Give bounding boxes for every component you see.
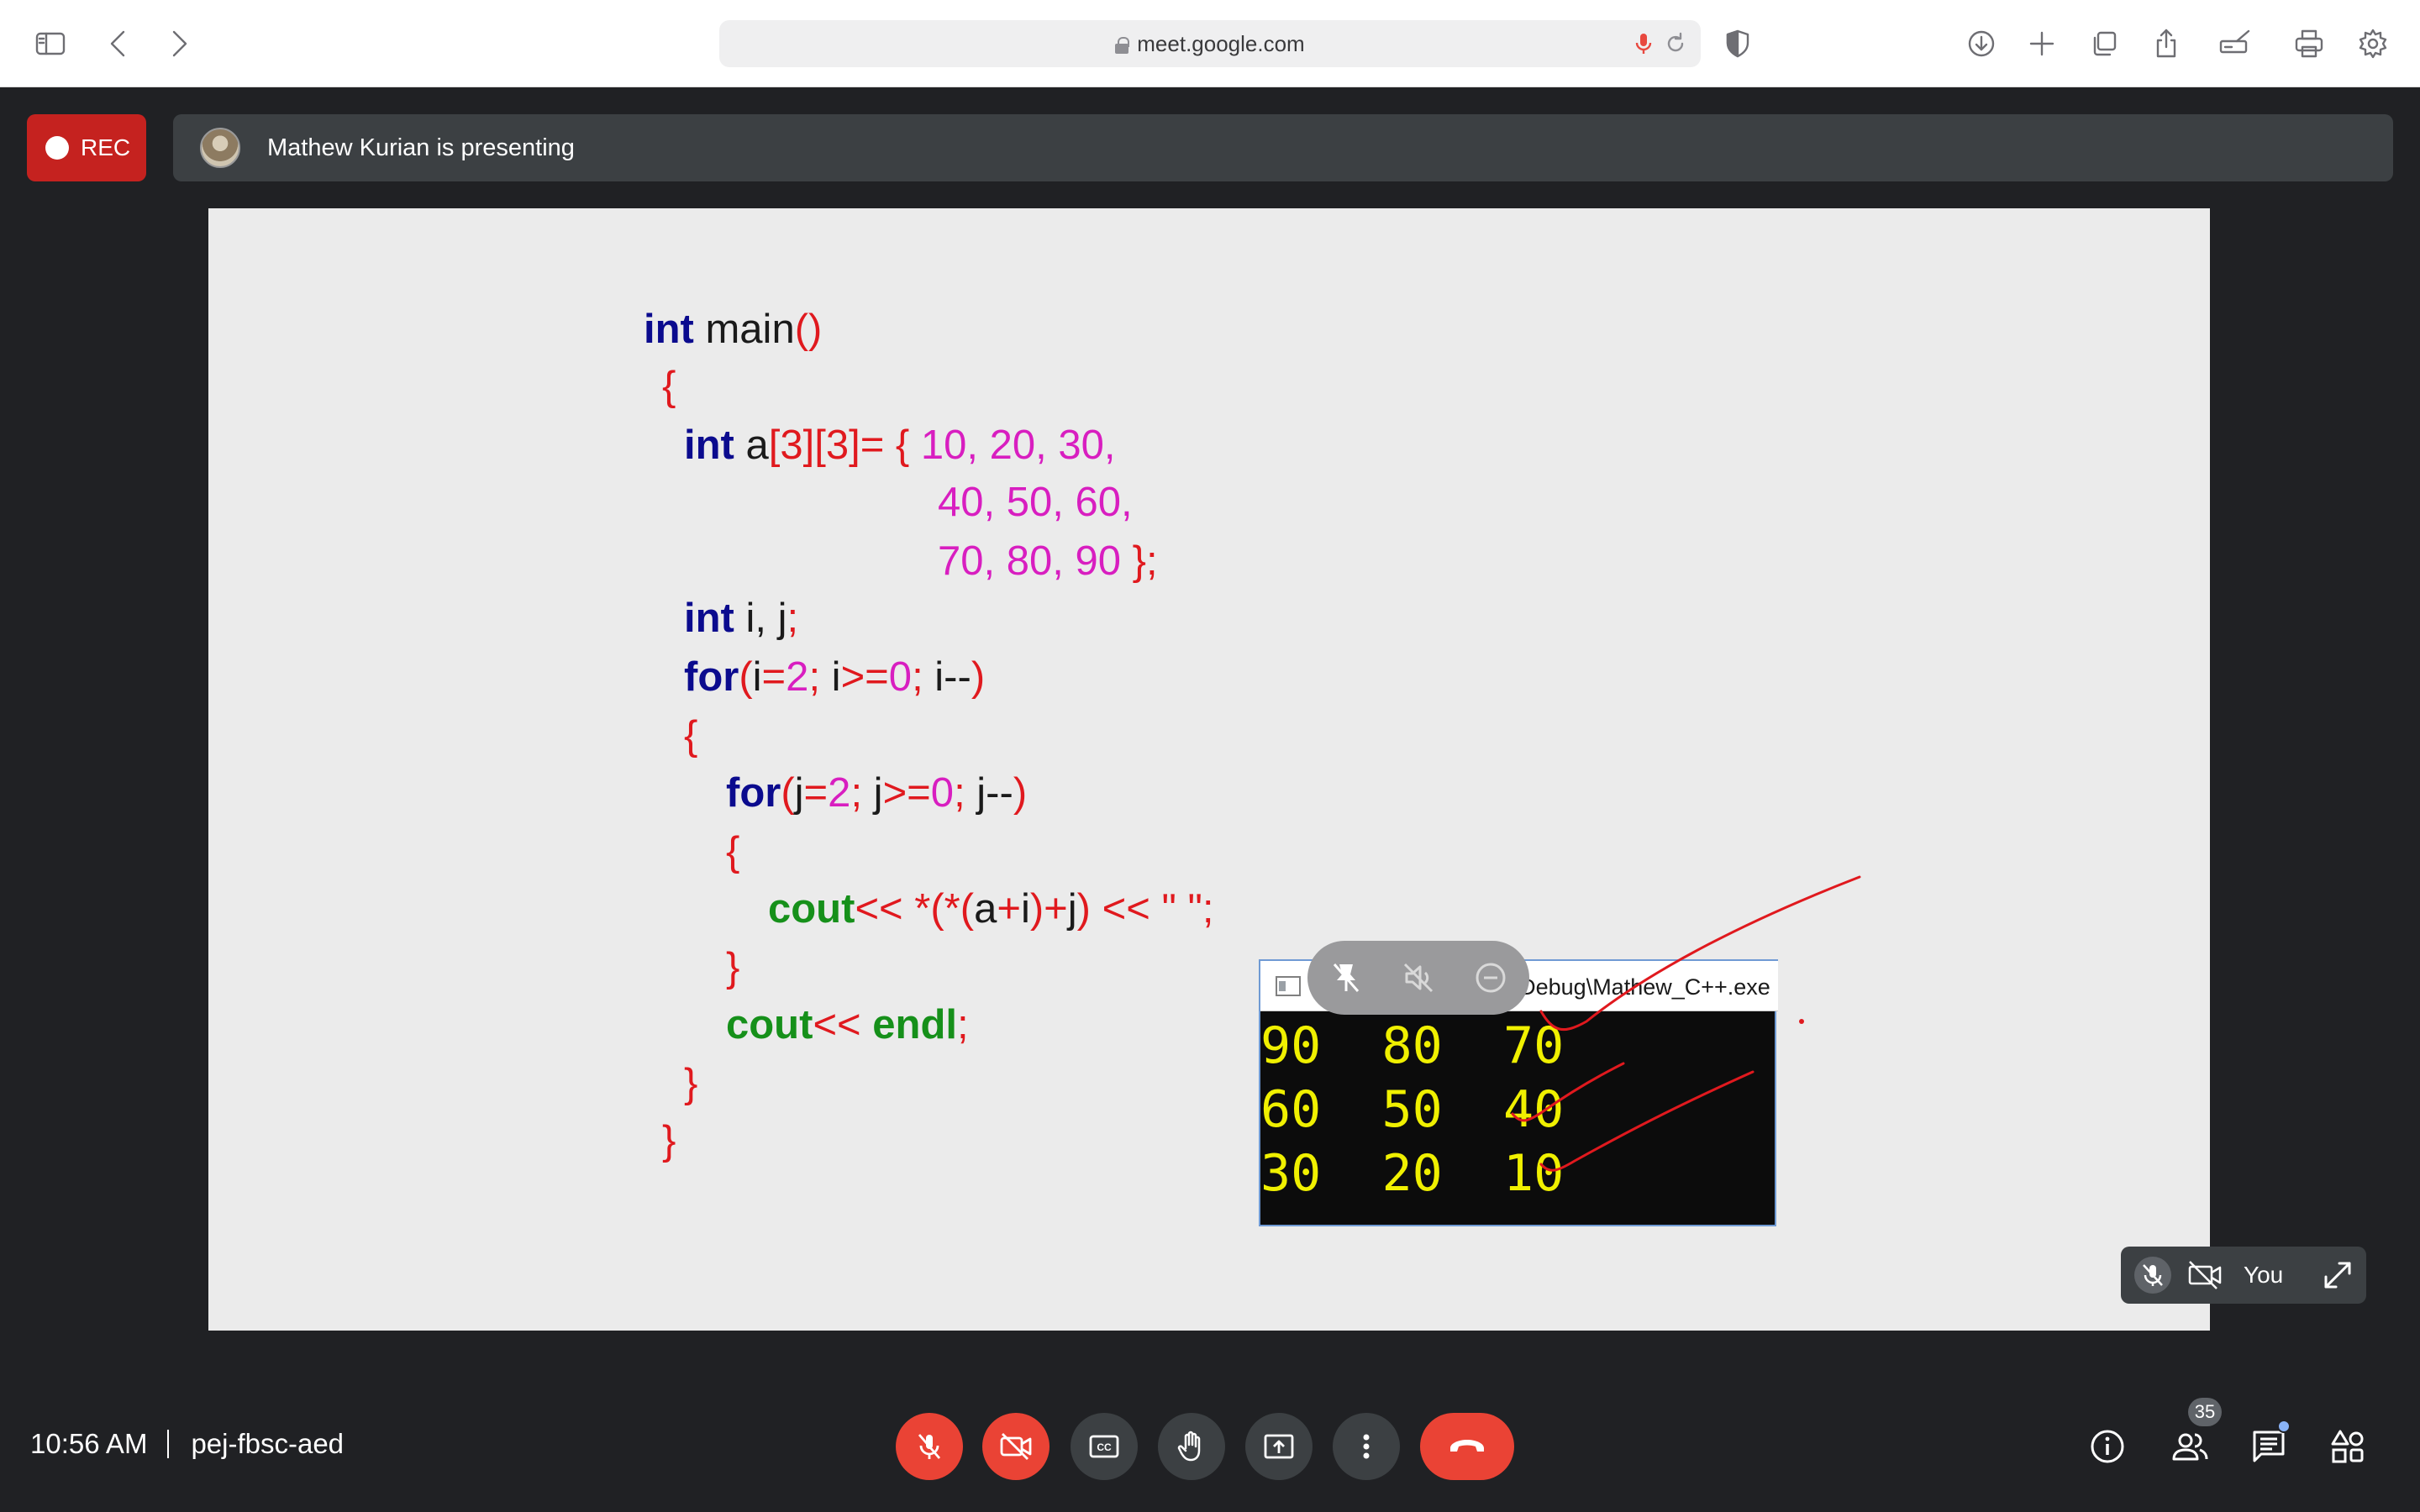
captions-button[interactable]: CC bbox=[1071, 1413, 1138, 1480]
captions-icon: CC bbox=[1089, 1435, 1119, 1458]
present-now-button[interactable] bbox=[1245, 1413, 1313, 1480]
self-view-tile[interactable]: You bbox=[2121, 1247, 2366, 1304]
url-display: meet.google.com bbox=[719, 20, 1701, 67]
back-icon[interactable] bbox=[94, 18, 145, 69]
presenter-banner: Mathew Kurian is presenting bbox=[173, 114, 2393, 181]
meeting-info-button[interactable] bbox=[2084, 1423, 2131, 1470]
print-icon[interactable] bbox=[2284, 18, 2334, 69]
browser-toolbar: meet.google.com bbox=[0, 0, 2420, 87]
divider bbox=[167, 1430, 170, 1458]
people-button[interactable] bbox=[2166, 1423, 2213, 1470]
more-options-button[interactable] bbox=[1333, 1413, 1400, 1480]
meeting-code: pej-fbsc-aed bbox=[191, 1428, 345, 1459]
info-icon bbox=[2091, 1430, 2124, 1463]
unread-chat-dot bbox=[2277, 1420, 2291, 1433]
mic-off-icon bbox=[918, 1434, 941, 1459]
participant-count-badge: 35 bbox=[2188, 1398, 2222, 1426]
activities-icon bbox=[2331, 1430, 2364, 1463]
url-text: meet.google.com bbox=[1137, 31, 1305, 56]
address-bar[interactable]: meet.google.com bbox=[719, 20, 1701, 67]
checkmark-annotation bbox=[1511, 1062, 1625, 1122]
clock-time: 10:56 AM bbox=[30, 1428, 148, 1459]
activities-button[interactable] bbox=[2324, 1423, 2371, 1470]
reload-icon[interactable] bbox=[1662, 30, 1689, 57]
presenter-text: Mathew Kurian is presenting bbox=[267, 134, 575, 161]
end-call-icon bbox=[1450, 1440, 1484, 1452]
raise-hand-button[interactable] bbox=[1158, 1413, 1225, 1480]
new-tab-icon[interactable] bbox=[2017, 18, 2067, 69]
present-icon bbox=[1264, 1434, 1294, 1459]
svg-text:CC: CC bbox=[1097, 1441, 1112, 1453]
unpin-icon[interactable] bbox=[1328, 959, 1365, 996]
microphone-toggle-button[interactable] bbox=[896, 1413, 963, 1480]
settings-icon[interactable] bbox=[2348, 18, 2398, 69]
annotation-dot bbox=[1799, 1019, 1804, 1024]
forward-icon[interactable] bbox=[153, 18, 203, 69]
meeting-details: 10:56 AM pej-fbsc-aed bbox=[30, 1420, 344, 1468]
people-icon bbox=[2172, 1433, 2208, 1461]
record-dot-icon bbox=[45, 136, 69, 160]
sidebar-icon[interactable] bbox=[25, 18, 76, 69]
recording-label: REC bbox=[81, 134, 131, 160]
leave-call-button[interactable] bbox=[1420, 1413, 1514, 1480]
recording-badge[interactable]: REC bbox=[27, 114, 146, 181]
self-view-label: You bbox=[2244, 1262, 2284, 1288]
checkmark-annotation bbox=[1539, 1070, 1754, 1172]
camera-toggle-button[interactable] bbox=[982, 1413, 1050, 1480]
raise-hand-icon bbox=[1177, 1431, 1201, 1462]
presentation-floating-controls bbox=[1307, 941, 1529, 1015]
download-icon[interactable] bbox=[1956, 18, 2007, 69]
markup-icon[interactable] bbox=[2210, 18, 2260, 69]
camera-off-icon bbox=[1000, 1433, 1032, 1460]
shared-screen: int main() { int a[3][3]= { 10, 20, 30, … bbox=[208, 208, 2210, 1331]
minimize-icon[interactable] bbox=[1472, 959, 1509, 996]
tab-overview-icon[interactable] bbox=[2079, 18, 2129, 69]
presenter-avatar bbox=[200, 128, 240, 168]
microphone-in-use-icon[interactable] bbox=[1630, 30, 1657, 57]
share-icon[interactable] bbox=[2141, 18, 2191, 69]
mic-off-icon bbox=[2134, 1257, 2171, 1294]
checkmark-annotation bbox=[1539, 875, 1861, 1031]
lock-icon bbox=[1115, 37, 1130, 54]
shield-icon[interactable] bbox=[1712, 18, 1763, 69]
more-options-icon bbox=[1363, 1434, 1370, 1459]
camera-off-icon bbox=[2188, 1261, 2222, 1289]
pen-annotations bbox=[1511, 875, 1861, 1172]
mute-tab-icon[interactable] bbox=[1400, 959, 1437, 996]
expand-icon[interactable] bbox=[2321, 1258, 2354, 1292]
